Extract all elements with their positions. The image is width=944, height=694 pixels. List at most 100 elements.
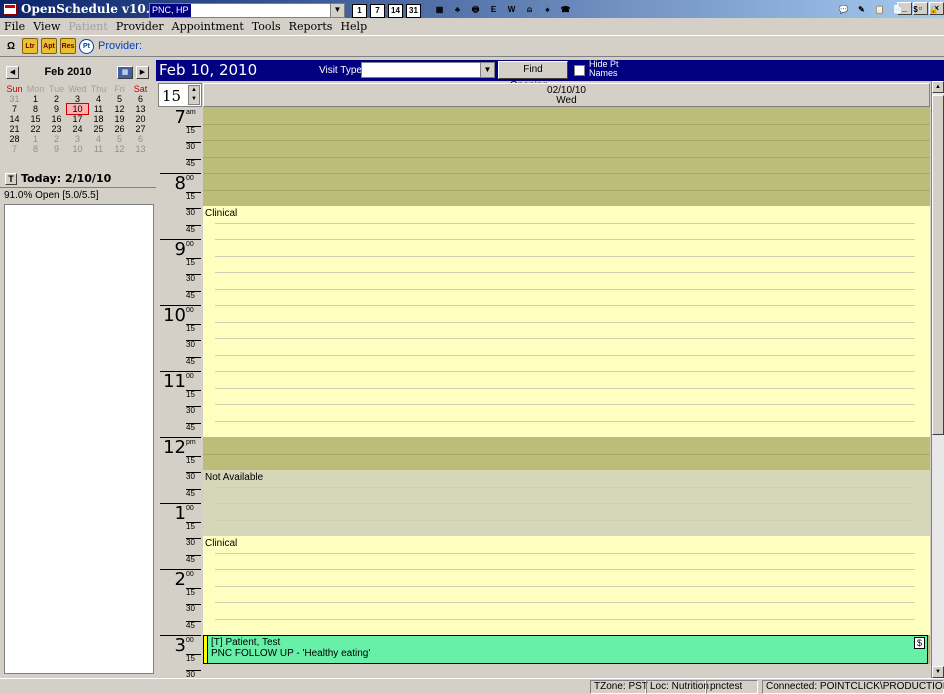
calendar-day[interactable]: 9 bbox=[46, 104, 67, 114]
menu-item-reports[interactable]: Reports bbox=[289, 20, 333, 33]
toolbar-action-3-icon[interactable]: E bbox=[486, 4, 501, 18]
calendar-day[interactable]: 26 bbox=[109, 124, 130, 134]
calendar-day[interactable]: 2 bbox=[46, 134, 67, 144]
menu-item-view[interactable]: View bbox=[33, 20, 60, 33]
calendar-day[interactable]: 31 bbox=[4, 94, 25, 104]
calendar-day[interactable]: 23 bbox=[46, 124, 67, 134]
calendar-week: 31 1 2 3 4 5 6 bbox=[4, 94, 154, 104]
calendar-day[interactable]: 6 bbox=[130, 134, 151, 144]
omega-icon[interactable]: Ω bbox=[3, 38, 19, 54]
calendar-day[interactable]: 21 bbox=[4, 124, 25, 134]
toolbar-action-1-icon[interactable]: ♣ bbox=[450, 4, 465, 18]
calendar-day[interactable]: 17 bbox=[67, 114, 88, 124]
calendar-day[interactable]: 14 bbox=[4, 114, 25, 124]
calendar-day[interactable]: 7 bbox=[4, 104, 25, 114]
chevron-down-icon[interactable]: ▼ bbox=[330, 4, 344, 17]
calendar-day[interactable]: 8 bbox=[25, 144, 46, 154]
pt-icon[interactable]: Pt bbox=[79, 38, 94, 54]
toolbar-action-2-icon[interactable]: 🖶 bbox=[468, 4, 483, 18]
calendar-day[interactable]: 8 bbox=[25, 104, 46, 114]
spin-icon[interactable]: ▲ ▼ bbox=[188, 85, 200, 105]
hide-pt-names-checkbox[interactable] bbox=[574, 65, 585, 76]
calendar-day[interactable]: 1 bbox=[25, 134, 46, 144]
calendar-day[interactable]: 28 bbox=[4, 134, 25, 144]
calendar-day[interactable]: 3 bbox=[67, 94, 88, 104]
schedule-grid[interactable]: Clinical Not Available Clinical [T] Patient… bbox=[203, 107, 930, 664]
toolbar-tool-4-icon[interactable]: $ bbox=[908, 4, 923, 18]
toolbar-action-5-icon[interactable]: ⍝ bbox=[522, 4, 537, 18]
toolbar-tool-5-icon[interactable]: 🔒 bbox=[926, 4, 941, 18]
schedule-block-yellow[interactable]: Clinical bbox=[203, 206, 930, 437]
menu-item-appointment[interactable]: Appointment bbox=[172, 20, 244, 33]
calendar-day[interactable]: 27 bbox=[130, 124, 151, 134]
billing-badge[interactable]: $ bbox=[914, 637, 925, 649]
calendar-day[interactable]: 11 bbox=[88, 144, 109, 154]
calendar-day[interactable]: 5 bbox=[109, 134, 130, 144]
calendar-day[interactable]: 6 bbox=[130, 94, 151, 104]
toolbar-action-6-icon[interactable]: ♠ bbox=[540, 4, 555, 18]
toolbar-action-4-icon[interactable]: W bbox=[504, 4, 519, 18]
calendar-day[interactable]: 1 bbox=[25, 94, 46, 104]
toolbar-action-7-icon[interactable]: ☎ bbox=[558, 4, 573, 18]
menu-item-patient[interactable]: Patient bbox=[68, 20, 107, 33]
view-31-day-button[interactable]: 31 bbox=[406, 4, 421, 18]
calendar-day[interactable]: 9 bbox=[46, 144, 67, 154]
menu-item-file[interactable]: File bbox=[4, 20, 25, 33]
ltr-folder-icon[interactable]: Ltr bbox=[22, 38, 38, 54]
schedule-block-grey[interactable]: Not Available bbox=[203, 470, 930, 536]
calendar-day[interactable]: 19 bbox=[109, 114, 130, 124]
calendar-day[interactable]: 11 bbox=[88, 104, 109, 114]
zoom-stepper[interactable]: 15 ▲ ▼ bbox=[158, 83, 202, 107]
menu-item-tools[interactable]: Tools bbox=[252, 20, 281, 33]
calendar-day[interactable]: 10 bbox=[66, 103, 89, 115]
chevron-down-icon[interactable]: ▼ bbox=[480, 63, 494, 77]
toolbar-tool-1-icon[interactable]: ✎ bbox=[854, 4, 869, 18]
calendar-day[interactable]: 16 bbox=[46, 114, 67, 124]
calendar-day[interactable]: 10 bbox=[67, 144, 88, 154]
calendar-day[interactable]: 12 bbox=[109, 144, 130, 154]
toolbar-tool-2-icon[interactable]: 📋 bbox=[872, 4, 887, 18]
calendar-day[interactable]: 25 bbox=[88, 124, 109, 134]
toolbar-tool-0-icon[interactable]: 💬 bbox=[836, 4, 851, 18]
schedule-block-yellow[interactable]: Clinical bbox=[203, 536, 930, 635]
calendar-day[interactable]: 5 bbox=[109, 94, 130, 104]
calendar-day[interactable]: 15 bbox=[25, 114, 46, 124]
toolbar-tool-3-icon[interactable]: 📄 bbox=[890, 4, 905, 18]
today-button[interactable]: T bbox=[5, 172, 17, 185]
calendar-day[interactable]: 18 bbox=[88, 114, 109, 124]
calendar-day[interactable]: 24 bbox=[67, 124, 88, 134]
appt-folder-icon[interactable]: Apt bbox=[41, 38, 57, 54]
calendar-day[interactable]: 20 bbox=[130, 114, 151, 124]
menu-item-help[interactable]: Help bbox=[340, 20, 367, 33]
calendar-day[interactable]: 4 bbox=[88, 94, 109, 104]
vertical-scrollbar[interactable]: ▲ ▼ bbox=[931, 81, 944, 678]
toolbar-action-0-icon[interactable]: ▦ bbox=[432, 4, 447, 18]
appointment-card[interactable]: [T] Patient, Test PNC FOLLOW UP - 'Health… bbox=[203, 635, 928, 664]
calendar-day[interactable]: 3 bbox=[67, 134, 88, 144]
scroll-up-button[interactable]: ▲ bbox=[932, 81, 944, 93]
menu-item-provider[interactable]: Provider bbox=[116, 20, 164, 33]
calendar-day[interactable]: 22 bbox=[25, 124, 46, 134]
calendar-day[interactable]: 7 bbox=[4, 144, 25, 154]
visit-type-select[interactable]: ▼ bbox=[361, 62, 495, 78]
view-1-day-button[interactable]: 1 bbox=[352, 4, 367, 18]
provider-select[interactable]: PNC, HP ▼ bbox=[149, 3, 345, 18]
scroll-thumb[interactable] bbox=[932, 95, 944, 435]
scroll-down-button[interactable]: ▼ bbox=[932, 666, 944, 678]
calendar-icon[interactable]: ▦ bbox=[117, 65, 133, 79]
find-opening-button[interactable]: Find Opening... bbox=[498, 61, 568, 91]
calendar-day[interactable]: 2 bbox=[46, 94, 67, 104]
next-month-button[interactable]: ▶ bbox=[136, 65, 149, 79]
schedule-block-olive[interactable] bbox=[203, 437, 930, 470]
view-7-day-button[interactable]: 7 bbox=[370, 4, 385, 18]
calendar-day[interactable]: 4 bbox=[88, 134, 109, 144]
hour-suffix: pm bbox=[186, 439, 196, 446]
day-column-header[interactable]: 02/10/10 Wed bbox=[203, 83, 930, 107]
schedule-block-olive[interactable] bbox=[203, 107, 930, 206]
calendar-day[interactable]: 12 bbox=[109, 104, 130, 114]
res-folder-icon[interactable]: Res bbox=[60, 38, 76, 54]
calendar-day[interactable]: 13 bbox=[130, 144, 151, 154]
calendar-day[interactable]: 13 bbox=[130, 104, 151, 114]
view-14-day-button[interactable]: 14 bbox=[388, 4, 403, 18]
prev-month-button[interactable]: ◀ bbox=[6, 65, 19, 79]
